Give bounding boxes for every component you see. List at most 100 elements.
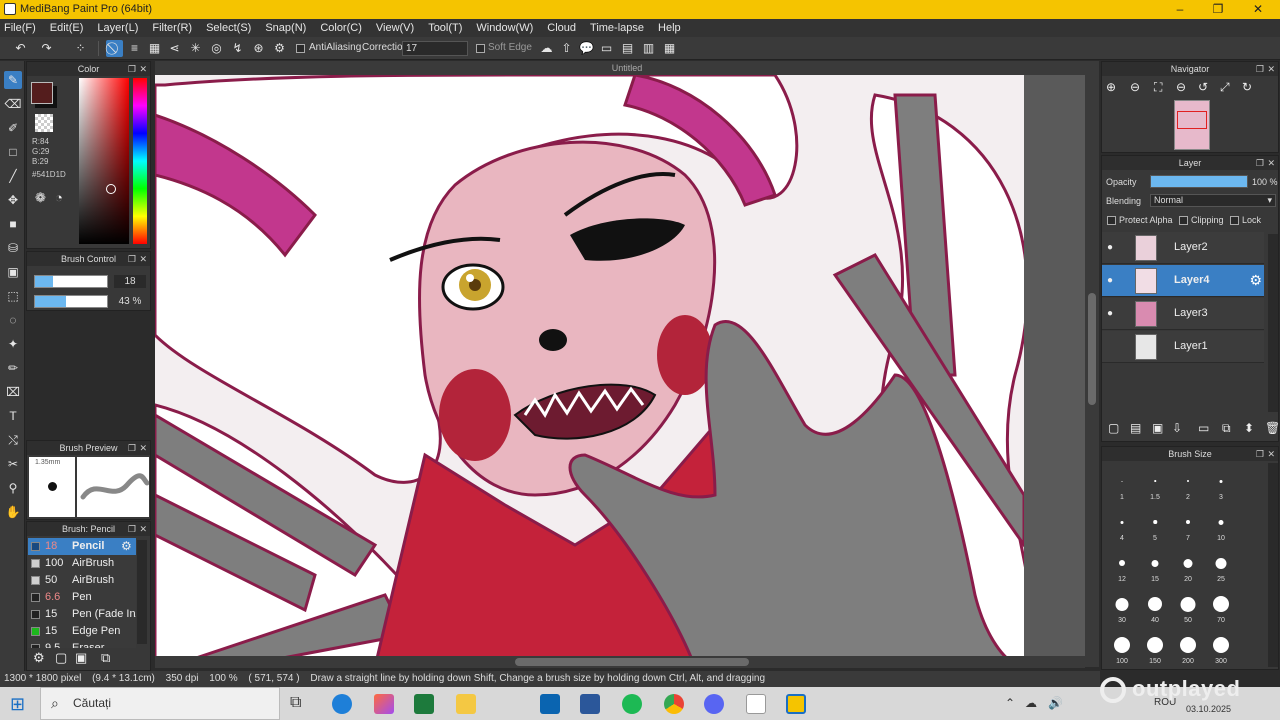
brush-settings-icon[interactable]: ⧉	[101, 650, 110, 666]
float-icon[interactable]: ❐	[1256, 447, 1264, 461]
discord-icon[interactable]	[704, 694, 724, 714]
lock-checkbox[interactable]	[1230, 216, 1239, 225]
zoom-out-icon[interactable]: ⊖	[1130, 80, 1140, 94]
menu-view[interactable]: View(V)	[376, 22, 414, 34]
brush-size-preset[interactable]: 1	[1106, 463, 1138, 503]
brush-size-preset[interactable]: 25	[1205, 545, 1237, 585]
cloud-icon[interactable]: ☁	[538, 40, 555, 57]
navigator-viewport[interactable]	[1177, 111, 1207, 129]
brush-settings-gear-icon[interactable]: ⚙	[121, 538, 132, 555]
brush-opacity-slider[interactable]	[34, 295, 108, 308]
brush-item-pencil[interactable]: 18 Pencil ⚙	[28, 538, 136, 555]
rotate-right-icon[interactable]: ↻	[1242, 80, 1252, 94]
float-icon[interactable]: ❐	[128, 441, 136, 455]
layer-list-scrollbar[interactable]	[1268, 234, 1278, 412]
brush-item-airbrush-2[interactable]: 50 AirBrush	[28, 572, 136, 589]
new-8bit-layer-icon[interactable]: ▣	[1152, 421, 1163, 435]
horizontal-scroll-thumb[interactable]	[515, 658, 749, 666]
close-icon[interactable]: ✕	[139, 522, 147, 536]
color-history-icon[interactable]: ◔	[55, 190, 63, 205]
spotify-icon[interactable]	[622, 694, 642, 714]
brush-item-pen-fade[interactable]: 15 Pen (Fade In/	[28, 606, 136, 623]
menu-tool[interactable]: Tool(T)	[428, 22, 462, 34]
clipping-checkbox[interactable]	[1179, 216, 1188, 225]
line-tool-icon[interactable]: ╱	[4, 167, 22, 185]
brush-item-pen[interactable]: 6.6 Pen	[28, 589, 136, 606]
menu-filter[interactable]: Filter(R)	[152, 22, 192, 34]
vertical-scrollbar[interactable]	[1085, 75, 1099, 667]
taskbar-search[interactable]: ⌕ Căutați	[40, 687, 280, 720]
navigator-thumbnail[interactable]	[1174, 100, 1210, 150]
visibility-eye-icon[interactable]: ●	[1107, 308, 1117, 319]
text-tool-icon[interactable]: T	[4, 407, 22, 425]
medibang-taskbar-icon[interactable]	[786, 694, 806, 714]
vertical-scroll-thumb[interactable]	[1088, 293, 1096, 405]
perspective-icon[interactable]: ⊛	[250, 40, 267, 57]
brush-tool-icon[interactable]: ✎	[4, 71, 22, 89]
menu-file[interactable]: File(F)	[4, 22, 36, 34]
close-icon[interactable]: ✕	[1267, 447, 1275, 461]
page-icon[interactable]: ▤	[619, 40, 636, 57]
excel-icon[interactable]	[414, 694, 434, 714]
close-icon[interactable]: ✕	[1267, 156, 1275, 170]
redo-icon[interactable]: ↷	[38, 40, 55, 57]
layer-opacity-slider[interactable]	[1150, 175, 1248, 188]
brush-list-scrollbar[interactable]	[137, 540, 147, 644]
brush-item-edge-pen[interactable]: 15 Edge Pen	[28, 623, 136, 640]
layer-row[interactable]: Layer1	[1102, 331, 1264, 363]
message-icon[interactable]: ▭	[598, 40, 615, 57]
bucket-tool-icon[interactable]: ⛁	[4, 239, 22, 257]
color-picker-cursor[interactable]	[106, 184, 116, 194]
antialiasing-checkbox[interactable]	[296, 44, 305, 53]
radial-snap-icon[interactable]: ⋖	[166, 40, 183, 57]
menu-cloud[interactable]: Cloud	[547, 22, 576, 34]
divide-tool-icon[interactable]: ✂	[4, 455, 22, 473]
snap-off-icon[interactable]: ⃠	[106, 40, 123, 57]
close-button[interactable]: ✕	[1238, 0, 1278, 19]
add-brush-icon[interactable]: ⚙	[33, 650, 45, 666]
outlook-icon[interactable]	[540, 694, 560, 714]
merge-layer-icon[interactable]: ⬍	[1244, 421, 1254, 435]
float-icon[interactable]: ❐	[1256, 62, 1264, 76]
brush-size-preset[interactable]: 5	[1139, 504, 1171, 544]
menu-edit[interactable]: Edit(E)	[50, 22, 84, 34]
float-icon[interactable]: ❐	[128, 252, 136, 266]
parallel-snap-icon[interactable]: ≡	[126, 40, 143, 57]
fill-rect-icon[interactable]: ■	[4, 215, 22, 233]
word-icon[interactable]	[580, 694, 600, 714]
select-eraser-icon[interactable]: ⌧	[4, 383, 22, 401]
curve-snap-icon[interactable]: ↯	[229, 40, 246, 57]
menu-help[interactable]: Help	[658, 22, 681, 34]
brush-size-slider[interactable]	[34, 275, 108, 288]
brush-size-preset[interactable]: 70	[1205, 586, 1237, 626]
brush-item-airbrush[interactable]: 100 AirBrush	[28, 555, 136, 572]
brush-size-preset[interactable]: 1.5	[1139, 463, 1171, 503]
menu-select[interactable]: Select(S)	[206, 22, 251, 34]
brush-size-preset[interactable]: 15	[1139, 545, 1171, 585]
duplicate-layer-icon[interactable]: ⧉	[1222, 421, 1231, 436]
float-icon[interactable]: ❐	[1256, 156, 1264, 170]
transparent-swatch[interactable]	[35, 114, 53, 132]
grid-icon[interactable]: ▦	[661, 40, 678, 57]
brush-size-preset[interactable]: 12	[1106, 545, 1138, 585]
artwork-canvas[interactable]	[155, 75, 1099, 667]
move-tool-icon[interactable]: ✥	[4, 191, 22, 209]
fit-icon[interactable]: ⤢	[1220, 80, 1230, 95]
network-icon[interactable]: ☁	[1025, 696, 1037, 710]
grid-snap-icon[interactable]: ▦	[146, 40, 163, 57]
comment-icon[interactable]: 💬	[578, 40, 595, 57]
vanishing-snap-icon[interactable]: ✳	[187, 40, 204, 57]
copilot-icon[interactable]	[374, 694, 394, 714]
maximize-button[interactable]: ❐	[1198, 0, 1238, 19]
magic-wand-icon[interactable]: ✦	[4, 335, 22, 353]
page-list-icon[interactable]: ▥	[640, 40, 657, 57]
lasso-tool-icon[interactable]: ◌	[4, 311, 22, 329]
chrome-icon[interactable]	[664, 694, 684, 714]
gradient-tool-icon[interactable]: ▣	[4, 263, 22, 281]
brush-size-preset[interactable]: 20	[1172, 545, 1204, 585]
document-tab[interactable]: Untitled	[155, 61, 1099, 75]
layer-row-selected[interactable]: ● Layer4 ⚙	[1102, 265, 1264, 297]
close-icon[interactable]: ✕	[139, 441, 147, 455]
float-icon[interactable]: ❐	[128, 522, 136, 536]
actual-size-icon[interactable]: ⊖	[1176, 80, 1186, 94]
